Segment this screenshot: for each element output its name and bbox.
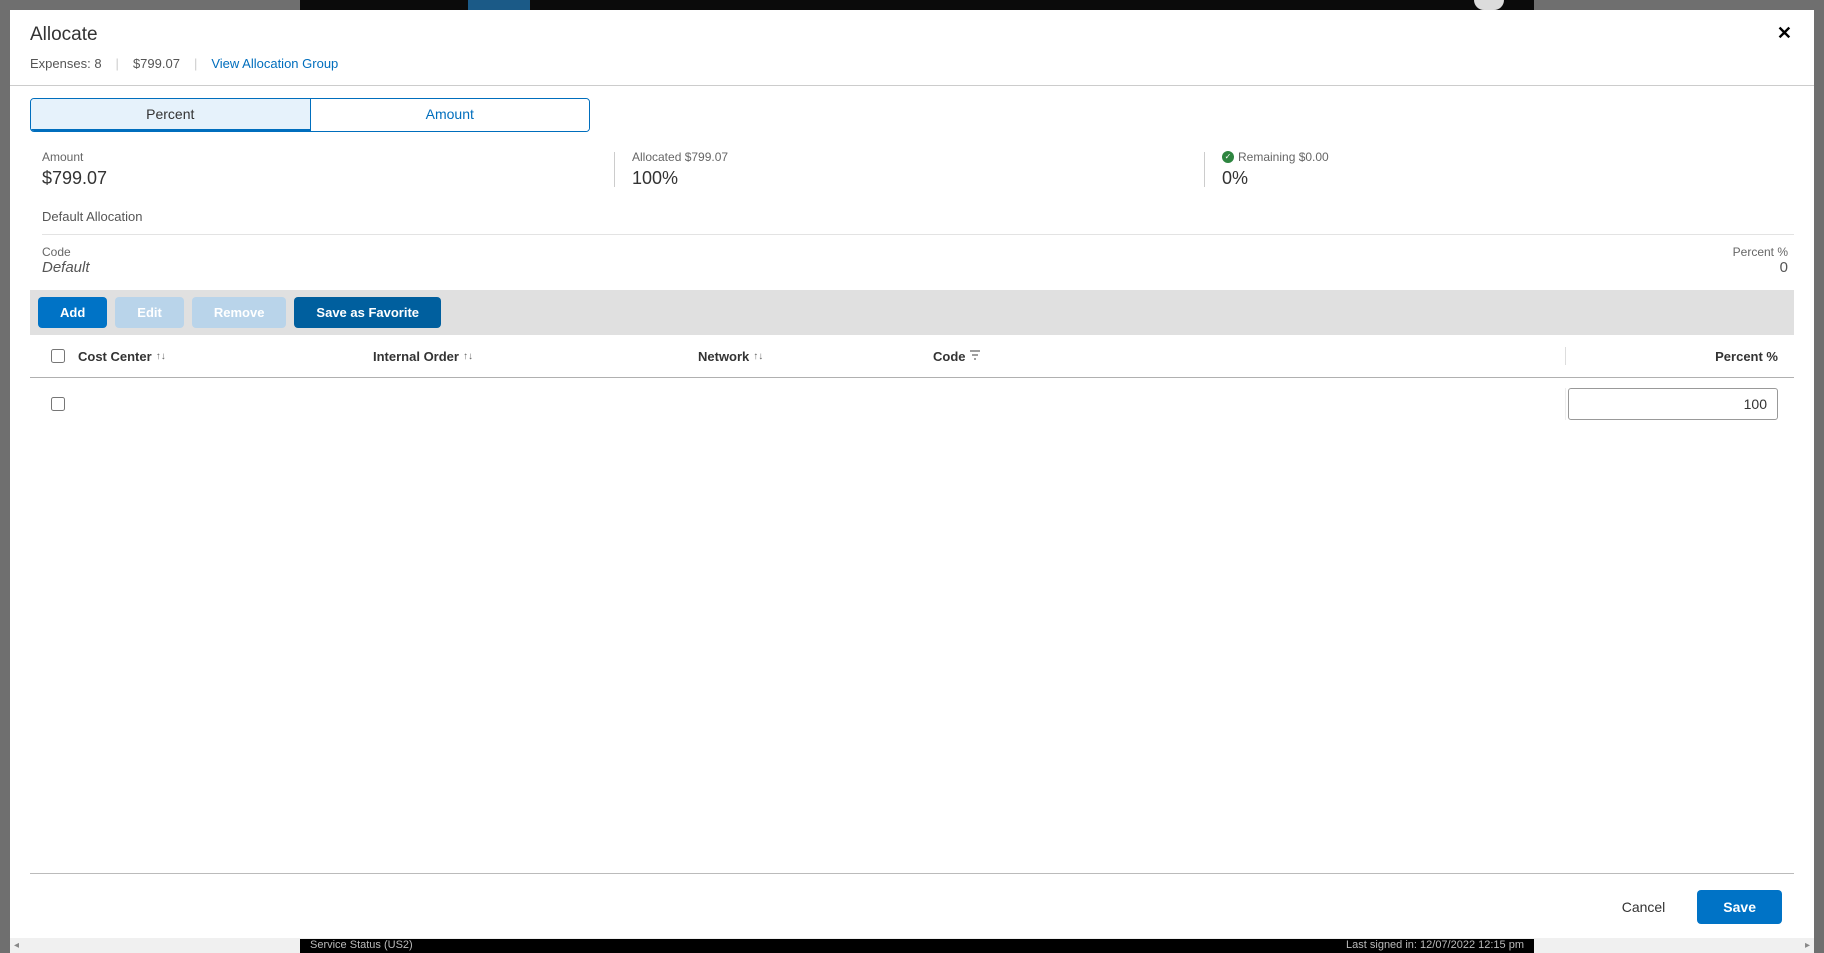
view-allocation-group-link[interactable]: View Allocation Group xyxy=(211,56,338,71)
default-allocation-title: Default Allocation xyxy=(42,209,1794,235)
default-allocation-section: Default Allocation Code Default Percent … xyxy=(30,209,1794,286)
background-status-bar: Service Status (US2) Last signed in: 12/… xyxy=(300,939,1534,953)
row-spacer xyxy=(1113,388,1566,420)
scroll-right-icon[interactable]: ▸ xyxy=(1805,940,1810,951)
column-code[interactable]: Code xyxy=(933,349,1113,364)
column-percent-label: Percent % xyxy=(1715,349,1778,364)
expenses-amount: $799.07 xyxy=(133,56,180,71)
default-percent-value: 0 xyxy=(1733,259,1788,276)
percent-input[interactable] xyxy=(1568,388,1778,420)
edit-button[interactable]: Edit xyxy=(115,297,184,328)
default-percent-label: Percent % xyxy=(1733,245,1788,259)
row-checkbox-cell xyxy=(38,397,78,411)
expenses-count: Expenses: 8 xyxy=(30,56,102,71)
summary-allocated: Allocated $799.07 100% xyxy=(614,150,1204,189)
separator: | xyxy=(194,56,197,71)
summary-amount-value: $799.07 xyxy=(42,168,596,189)
summary-allocated-label: Allocated $799.07 xyxy=(632,150,1186,164)
default-percent-col: Percent % 0 xyxy=(1733,245,1788,276)
summary-remaining: ✓ Remaining $0.00 0% xyxy=(1204,150,1794,189)
default-code-value: Default xyxy=(42,259,90,276)
tab-amount[interactable]: Amount xyxy=(310,99,590,131)
default-allocation-row: Code Default Percent % 0 xyxy=(42,235,1794,286)
modal-footer: Cancel Save xyxy=(30,874,1794,938)
column-cost-center[interactable]: Cost Center ↑↓ xyxy=(78,349,373,364)
separator: | xyxy=(116,56,119,71)
row-percent-cell xyxy=(1566,388,1786,420)
column-network[interactable]: Network ↑↓ xyxy=(698,349,933,364)
allocation-table-row xyxy=(30,378,1794,430)
background-topbar xyxy=(0,0,1824,10)
action-bar: Add Edit Remove Save as Favorite xyxy=(30,290,1794,335)
service-status-text: Service Status (US2) xyxy=(310,939,413,951)
column-internal-order-label: Internal Order xyxy=(373,349,459,364)
tab-percent[interactable]: Percent xyxy=(31,99,310,131)
default-code-label: Code xyxy=(42,245,90,259)
sort-icon: ↑↓ xyxy=(463,351,473,362)
column-percent[interactable]: Percent % xyxy=(1566,349,1786,364)
sort-icon: ↑↓ xyxy=(753,351,763,362)
summary-allocated-value: 100% xyxy=(632,168,1186,189)
save-as-favorite-button[interactable]: Save as Favorite xyxy=(294,297,441,328)
summary-remaining-label: ✓ Remaining $0.00 xyxy=(1222,150,1776,164)
select-all-checkbox[interactable] xyxy=(51,349,65,363)
check-circle-icon: ✓ xyxy=(1222,151,1234,163)
summary-remaining-label-text: Remaining $0.00 xyxy=(1238,150,1329,164)
close-icon[interactable]: ✕ xyxy=(1777,24,1792,42)
background-active-tab xyxy=(468,0,530,10)
summary-row: Amount $799.07 Allocated $799.07 100% ✓ … xyxy=(30,150,1794,189)
remove-button[interactable]: Remove xyxy=(192,297,287,328)
modal-header: Allocate xyxy=(10,10,1814,46)
summary-amount: Amount $799.07 xyxy=(42,150,614,189)
column-code-label: Code xyxy=(933,349,966,364)
summary-remaining-value: 0% xyxy=(1222,168,1776,189)
summary-amount-label: Amount xyxy=(42,150,596,164)
select-all-checkbox-cell xyxy=(38,349,78,363)
modal-title: Allocate xyxy=(30,24,1794,46)
cancel-button[interactable]: Cancel xyxy=(1606,891,1682,923)
default-code-col: Code Default xyxy=(42,245,90,276)
last-signed-in-text: Last signed in: 12/07/2022 12:15 pm xyxy=(1346,939,1524,951)
save-button[interactable]: Save xyxy=(1697,890,1782,924)
modal-subheader: Expenses: 8 | $799.07 | View Allocation … xyxy=(10,46,1814,86)
allocation-table-header: Cost Center ↑↓ Internal Order ↑↓ Network… xyxy=(30,335,1794,378)
filter-icon xyxy=(970,350,980,363)
allocate-modal: ✕ Allocate Expenses: 8 | $799.07 | View … xyxy=(10,10,1814,938)
column-network-label: Network xyxy=(698,349,749,364)
column-cost-center-label: Cost Center xyxy=(78,349,152,364)
row-checkbox[interactable] xyxy=(51,397,65,411)
percent-amount-toggle: Percent Amount xyxy=(30,98,590,132)
sort-icon: ↑↓ xyxy=(156,351,166,362)
column-internal-order[interactable]: Internal Order ↑↓ xyxy=(373,349,698,364)
modal-body: Percent Amount Amount $799.07 Allocated … xyxy=(10,86,1814,938)
scroll-left-icon[interactable]: ◂ xyxy=(14,940,19,951)
column-spacer xyxy=(1113,347,1566,365)
add-button[interactable]: Add xyxy=(38,297,107,328)
